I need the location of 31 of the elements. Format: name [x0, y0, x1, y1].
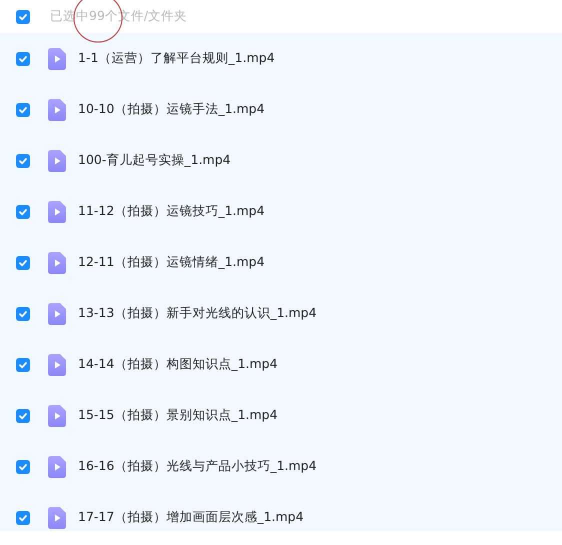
- checkbox[interactable]: [16, 358, 30, 372]
- checkbox[interactable]: [16, 10, 30, 24]
- file-name[interactable]: 16-16（拍摄）光线与产品小技巧_1.mp4: [78, 457, 317, 476]
- video-file-icon: [48, 200, 66, 222]
- file-name[interactable]: 15-15（拍摄）景别知识点_1.mp4: [78, 406, 278, 425]
- checkbox[interactable]: [16, 306, 30, 320]
- checkbox[interactable]: [16, 52, 30, 66]
- checkbox[interactable]: [16, 154, 30, 168]
- file-name[interactable]: 13-13（拍摄）新手对光线的认识_1.mp4: [78, 304, 317, 323]
- checkbox[interactable]: [16, 256, 30, 270]
- file-name[interactable]: 1-1（运营）了解平台规则_1.mp4: [78, 49, 275, 68]
- file-name[interactable]: 14-14（拍摄）构图知识点_1.mp4: [78, 355, 278, 374]
- video-file-icon: [48, 48, 66, 70]
- file-name[interactable]: 12-11（拍摄）运镜情绪_1.mp4: [78, 253, 265, 272]
- video-file-icon: [48, 354, 66, 376]
- checkbox[interactable]: [16, 204, 30, 218]
- file-name[interactable]: 100-育儿起号实操_1.mp4: [78, 151, 231, 170]
- video-file-icon: [48, 150, 66, 172]
- video-file-icon: [48, 98, 66, 120]
- checkbox[interactable]: [16, 102, 30, 116]
- checkbox[interactable]: [16, 460, 30, 474]
- video-file-icon: [48, 456, 66, 478]
- video-file-icon: [48, 506, 66, 528]
- checkbox[interactable]: [16, 408, 30, 422]
- video-file-icon: [48, 252, 66, 274]
- file-name[interactable]: 17-17（拍摄）增加画面层次感_1.mp4: [78, 508, 304, 527]
- checkbox[interactable]: [16, 510, 30, 524]
- video-file-icon: [48, 404, 66, 426]
- video-file-icon: [48, 302, 66, 324]
- file-name[interactable]: 10-10（拍摄）运镜手法_1.mp4: [78, 100, 265, 119]
- file-name[interactable]: 11-12（拍摄）运镜技巧_1.mp4: [78, 202, 265, 221]
